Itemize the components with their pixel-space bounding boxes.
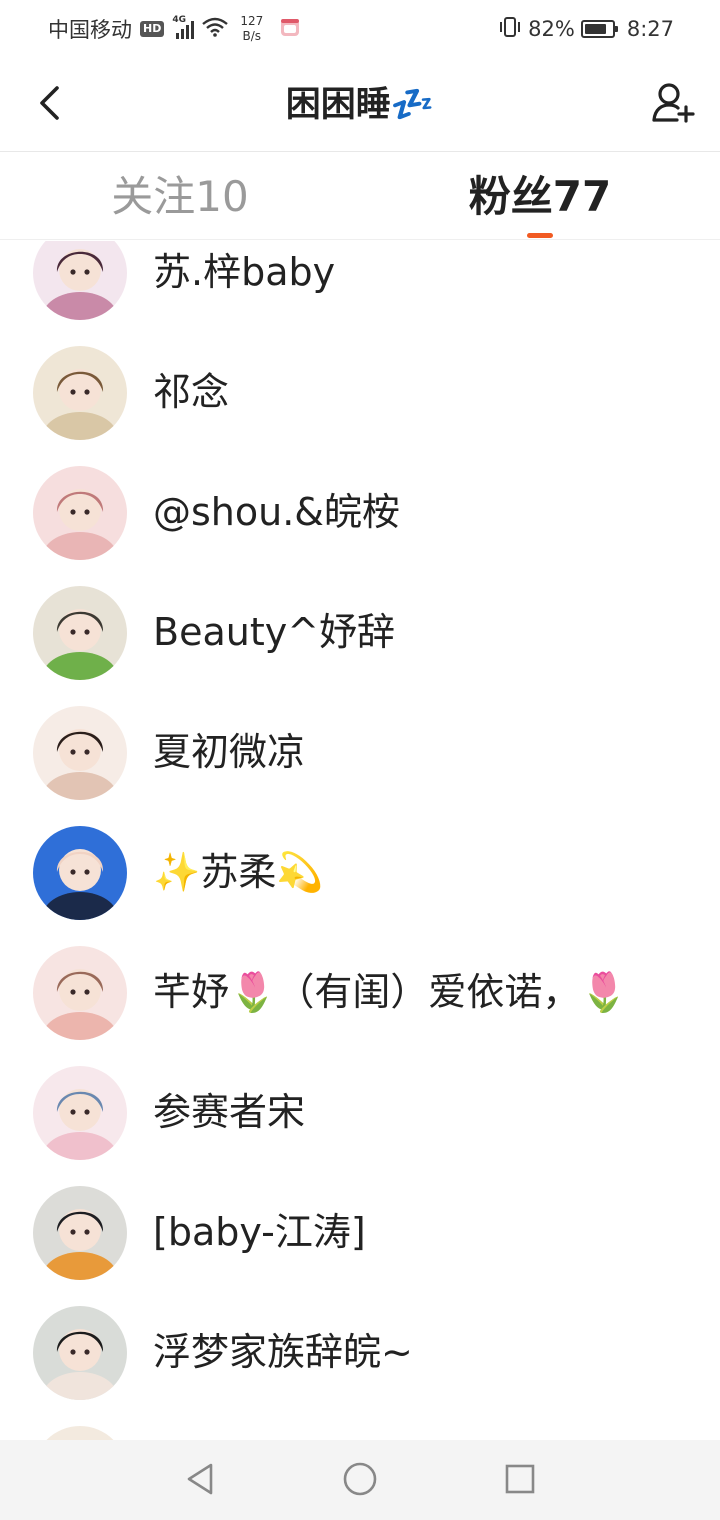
fan-list-item[interactable]: 苏.梓baby bbox=[0, 241, 720, 331]
status-left: 中国移动 HD 4G 127 B/s bbox=[48, 12, 301, 46]
fan-name: @shou.&皖桉 bbox=[153, 490, 400, 534]
nav-home-button[interactable] bbox=[335, 1456, 385, 1506]
square-recents-icon bbox=[504, 1463, 536, 1499]
vibrate-icon bbox=[498, 16, 522, 42]
avatar[interactable] bbox=[33, 346, 127, 440]
notification-app-icon bbox=[279, 16, 301, 42]
status-bar: 中国移动 HD 4G 127 B/s 82% 8:27 bbox=[0, 0, 720, 58]
avatar[interactable] bbox=[33, 241, 127, 320]
fan-name: ✨苏柔💫 bbox=[153, 850, 324, 894]
fan-list-item[interactable]: 祁念 bbox=[0, 331, 720, 451]
fan-list-item[interactable]: 芊妤🌷（有闺）爱依诺，🌷 bbox=[0, 931, 720, 1051]
fan-name: 浮梦家族辞皖~ bbox=[153, 1330, 413, 1374]
triangle-back-icon bbox=[185, 1462, 215, 1500]
status-right: 82% 8:27 bbox=[498, 12, 674, 46]
fan-list-item[interactable]: Beauty^妤辞 bbox=[0, 571, 720, 691]
hd-badge: HD bbox=[140, 21, 165, 37]
add-friend-button[interactable] bbox=[648, 80, 698, 130]
tab-following[interactable]: 关注10 bbox=[50, 170, 310, 232]
fans-list[interactable]: 苏.梓baby 祁念 @shou.&皖桉 Beauty^妤辞 夏初微凉 ✨苏柔💫 芊妤🌷（有… bbox=[0, 241, 720, 1440]
circle-home-icon bbox=[342, 1461, 378, 1501]
avatar[interactable] bbox=[33, 1066, 127, 1160]
fan-name: [baby-江涛] bbox=[153, 1210, 366, 1254]
carrier-name: 中国移动 bbox=[48, 18, 132, 42]
avatar[interactable] bbox=[33, 826, 127, 920]
fan-list-item[interactable]: 夏初微凉 bbox=[0, 691, 720, 811]
avatar[interactable] bbox=[33, 466, 127, 560]
add-user-icon bbox=[651, 81, 695, 129]
fan-name: 苏.梓baby bbox=[153, 250, 336, 294]
avatar[interactable] bbox=[33, 586, 127, 680]
wifi-icon bbox=[202, 17, 229, 41]
clock: 8:27 bbox=[626, 17, 674, 41]
fan-list-item[interactable]: ✨苏柔💫 bbox=[0, 811, 720, 931]
network-speed: 127 B/s bbox=[240, 14, 263, 44]
fan-name: 夏初微凉 bbox=[153, 730, 306, 774]
follow-tabs: 关注10 粉丝77 bbox=[0, 152, 720, 240]
network-speed-value: 127 bbox=[240, 14, 264, 28]
network-speed-unit: B/s bbox=[242, 29, 262, 43]
fan-name: 芊妤🌷（有闺）爱依诺，🌷 bbox=[153, 970, 628, 1014]
nav-back-button[interactable] bbox=[175, 1456, 225, 1506]
fan-name: Beauty^妤辞 bbox=[153, 610, 396, 654]
avatar[interactable] bbox=[33, 1426, 127, 1440]
fan-name: 祁念 bbox=[153, 370, 230, 414]
tab-fans[interactable]: 粉丝77 bbox=[410, 170, 670, 232]
avatar[interactable] bbox=[33, 706, 127, 800]
fan-list-item[interactable]: 参赛者宋 bbox=[0, 1051, 720, 1171]
system-navigation-bar bbox=[0, 1440, 720, 1520]
avatar[interactable] bbox=[33, 1186, 127, 1280]
top-app-bar: 困困睡💤 bbox=[0, 58, 720, 152]
page-title: 困困睡💤 bbox=[285, 85, 435, 125]
avatar[interactable] bbox=[33, 1306, 127, 1400]
battery-percent: 82% bbox=[528, 17, 575, 41]
fan-list-item[interactable]: [baby-江涛] bbox=[0, 1171, 720, 1291]
active-tab-indicator bbox=[527, 233, 553, 238]
avatar[interactable] bbox=[33, 946, 127, 1040]
battery-icon bbox=[580, 20, 618, 38]
fan-list-item[interactable]: @shou.&皖桉 bbox=[0, 451, 720, 571]
fan-name: 参赛者宋 bbox=[153, 1090, 306, 1134]
cellular-signal-icon: 4G bbox=[172, 15, 195, 41]
fan-list-item[interactable]: 浮梦家族辞皖~ bbox=[0, 1291, 720, 1411]
fan-list-item[interactable] bbox=[0, 1411, 720, 1440]
nav-recents-button[interactable] bbox=[495, 1456, 545, 1506]
